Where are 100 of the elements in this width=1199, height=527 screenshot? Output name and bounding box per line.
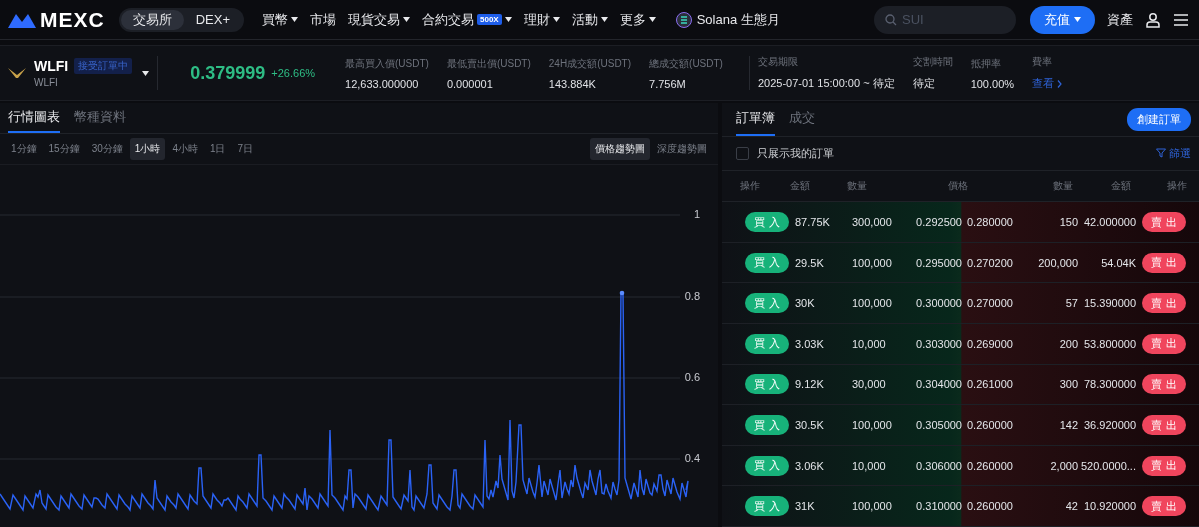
stat-label: 24H成交額(USDT) [548,56,632,71]
stat-label: 交割時間 [912,55,953,69]
table-cell-text: 100,000 [852,256,893,269]
filter-button[interactable]: 篩選 [1156,145,1191,161]
table-cell-text: 36.920000 [1083,419,1136,432]
interval-tab[interactable]: 1分鐘 [6,138,42,161]
buy-button[interactable]: 買入 [745,455,789,476]
table-cell-text: 30.5K [795,419,825,432]
buy-button[interactable]: 買入 [745,212,789,233]
column-header: 金額 [790,178,811,193]
chart-view-tab[interactable]: 深度趨勢圖 [652,138,712,161]
stat-value: 100.00% [970,77,1015,90]
table-cell-text: 0.295000 [915,256,962,269]
table-cell-text: 0.305000 [915,419,962,432]
interval-tab[interactable]: 4小時 [167,138,203,161]
table-cell-text: 0.310000 [915,500,962,513]
sell-button[interactable]: 賣出 [1142,455,1186,476]
sell-button[interactable]: 賣出 [1142,212,1186,233]
column-header: 數量 [847,178,868,193]
menu-icon[interactable] [1173,12,1189,27]
wing-icon [8,68,26,78]
panel-tab[interactable]: 幣種資料 [74,103,126,134]
book-tab[interactable]: 訂單簿 [736,103,775,136]
buy-button[interactable]: 買入 [745,374,789,395]
sell-button[interactable]: 賣出 [1142,374,1186,395]
sell-button[interactable]: 賣出 [1142,252,1186,273]
table-cell-text: 42 [1064,500,1078,513]
assets-link[interactable]: 資產 [1107,10,1133,29]
interval-tab[interactable]: 7日 [232,138,259,161]
status-badge: 接受訂單中 [74,58,133,74]
stat-value: 0.000001 [446,77,494,90]
table-cell-text: 3.06K [795,459,825,472]
column-header: 價格 [947,178,969,193]
market-tab[interactable]: 交易所 [120,9,184,30]
user-icon[interactable] [1145,11,1161,28]
deposit-button[interactable]: 充值 [1030,5,1095,34]
caret-icon [1074,17,1081,22]
search-icon [885,13,897,26]
logo-text: MEXC [40,7,105,32]
axis-label: 0.8 [684,290,700,302]
search-field[interactable]: SUI [874,5,1016,34]
interval-tab[interactable]: 1日 [204,138,231,161]
buy-button[interactable]: 買入 [745,252,789,273]
nav-menu-item[interactable]: 更多 [613,10,662,29]
axis-label: 0.6 [684,371,700,383]
view-link[interactable]: 查看 [1032,76,1063,91]
sell-button[interactable]: 賣出 [1142,496,1186,517]
buy-button[interactable]: 買入 [745,496,789,517]
table-cell-text: 300 [1058,378,1078,391]
table-cell-text: 100,000 [852,419,893,432]
nav-menu-item[interactable]: 合約交易 500X [416,10,518,29]
column-header: 操作 [740,178,761,193]
column-header: 操作 [1166,178,1187,193]
last-price: 0.379999 [190,62,266,84]
stat-label: 總成交額(USDT) [649,56,723,71]
buy-button[interactable]: 買入 [745,293,789,314]
stat-value: 12,633.000000 [345,77,420,90]
table-cell-text: 150 [1058,216,1078,229]
table-cell-text: 520.0000... [1079,459,1136,472]
interval-tab[interactable]: 30分鐘 [86,138,128,161]
table-cell-text: 78.300000 [1083,378,1136,391]
table-cell-text: 0.300000 [915,297,962,310]
sell-button[interactable]: 賣出 [1142,293,1186,314]
table-cell-text: 3.03K [795,337,825,350]
nav-menu-item[interactable]: 理財 [517,10,566,29]
panel-tab[interactable]: 行情圖表 [8,103,60,134]
nav-menu-item[interactable]: 活動 [565,10,614,29]
table-cell-text: 2,000 [1049,459,1078,472]
nav-menu-item[interactable]: 市場 [304,10,342,29]
create-order-button[interactable]: 創建訂單 [1127,107,1191,131]
promo-link[interactable]: Solana 生態月 [669,9,786,30]
table-cell-text: 0.280000 [966,216,1014,229]
table-cell-text: 300,000 [852,216,893,229]
stat-label: 抵押率 [970,56,1002,71]
chart-view-tab[interactable]: 價格趨勢圖 [590,138,650,161]
symbol-name: WLFI [34,58,69,74]
logo[interactable]: MEXC [8,7,105,32]
peak-point [619,290,625,296]
filter-icon [1156,148,1166,159]
table-cell-text: 0.269000 [966,337,1014,350]
axis-label: 0.4 [684,452,700,464]
buy-button[interactable]: 買入 [745,333,789,354]
market-tab[interactable]: DEX+ [183,9,242,30]
table-cell-text: 0.292500 [915,216,962,229]
stat-value: 7.756M [649,77,687,90]
checkbox[interactable] [736,146,749,160]
nav-menu-item[interactable]: 買幣 [256,10,304,29]
interval-tab[interactable]: 15分鐘 [43,138,85,161]
buy-button[interactable]: 買入 [745,415,789,436]
table-cell-text: 10,000 [852,459,887,472]
sell-button[interactable]: 賣出 [1142,415,1186,436]
nav-menu-item[interactable]: 現貨交易 [342,10,416,29]
table-cell-text: 15.390000 [1083,297,1136,310]
book-tab[interactable]: 成交 [789,103,815,136]
table-cell-text: 0.270200 [966,256,1014,269]
table-cell-text: 0.303000 [915,337,962,350]
sell-button[interactable]: 賣出 [1142,333,1186,354]
caret-icon[interactable] [142,70,150,76]
table-cell-text: 54.04K [1100,256,1136,269]
interval-tab[interactable]: 1小時 [129,138,166,161]
